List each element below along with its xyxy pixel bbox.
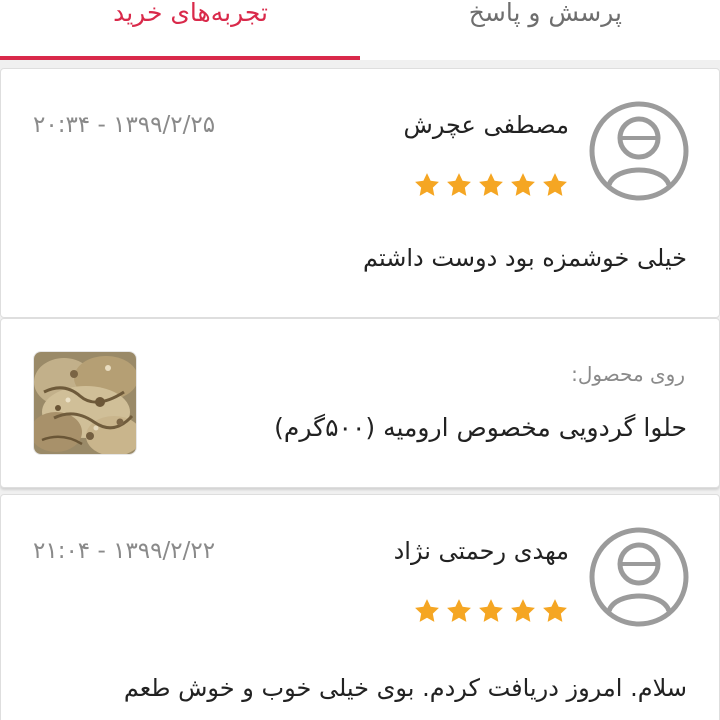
star-icon bbox=[511, 173, 535, 196]
review-date: ۱۳۹۹/۲/۲۵ - ۲۰:۳۴ bbox=[33, 112, 216, 138]
tab-questions-answers-label: پرسش و پاسخ bbox=[468, 0, 622, 27]
review-card: مهدی رحمتی نژاد ۱۳۹۹/۲/۲۲ - ۲۱:۰۴ سلام. … bbox=[0, 494, 720, 720]
star-icon bbox=[415, 599, 439, 622]
user-avatar-icon[interactable] bbox=[589, 101, 689, 201]
star-icon bbox=[511, 599, 535, 622]
star-icon bbox=[415, 173, 439, 196]
product-label: روی محصول: bbox=[571, 362, 685, 386]
tab-purchase-experiences-label: تجربه‌های خرید bbox=[113, 0, 268, 27]
star-icon bbox=[447, 599, 471, 622]
review-card: مصطفی عچرش ۱۳۹۹/۲/۲۵ - ۲۰:۳۴ خیلی خوشمزه… bbox=[0, 68, 720, 318]
tab-bar: تجربه‌های خرید پرسش و پاسخ bbox=[0, 0, 720, 60]
walnut-halva-image bbox=[34, 352, 136, 454]
product-card[interactable]: روی محصول: حلوا گردویی مخصوص ارومیه (۵۰۰… bbox=[0, 318, 720, 488]
user-avatar-icon[interactable] bbox=[589, 527, 689, 627]
rating-stars bbox=[413, 597, 569, 625]
tab-questions-answers[interactable]: پرسش و پاسخ bbox=[360, 0, 720, 60]
star-icon bbox=[543, 173, 567, 196]
reviewer-name: مهدی رحمتی نژاد bbox=[393, 537, 569, 565]
active-tab-indicator bbox=[0, 56, 360, 60]
rating-stars bbox=[413, 171, 569, 199]
reviewer-name: مصطفی عچرش bbox=[403, 111, 569, 139]
star-icon bbox=[479, 173, 503, 196]
review-text: خیلی خوشمزه بود دوست داشتم bbox=[363, 244, 687, 272]
review-text: سلام. امروز دریافت کردم. بوی خیلی خوب و … bbox=[123, 674, 687, 702]
product-image[interactable] bbox=[33, 351, 137, 455]
star-icon bbox=[543, 599, 567, 622]
star-icon bbox=[447, 173, 471, 196]
review-date: ۱۳۹۹/۲/۲۲ - ۲۱:۰۴ bbox=[33, 538, 216, 564]
star-icon bbox=[479, 599, 503, 622]
product-name[interactable]: حلوا گردویی مخصوص ارومیه (۵۰۰گرم) bbox=[274, 413, 687, 442]
tab-purchase-experiences[interactable]: تجربه‌های خرید bbox=[0, 0, 360, 60]
